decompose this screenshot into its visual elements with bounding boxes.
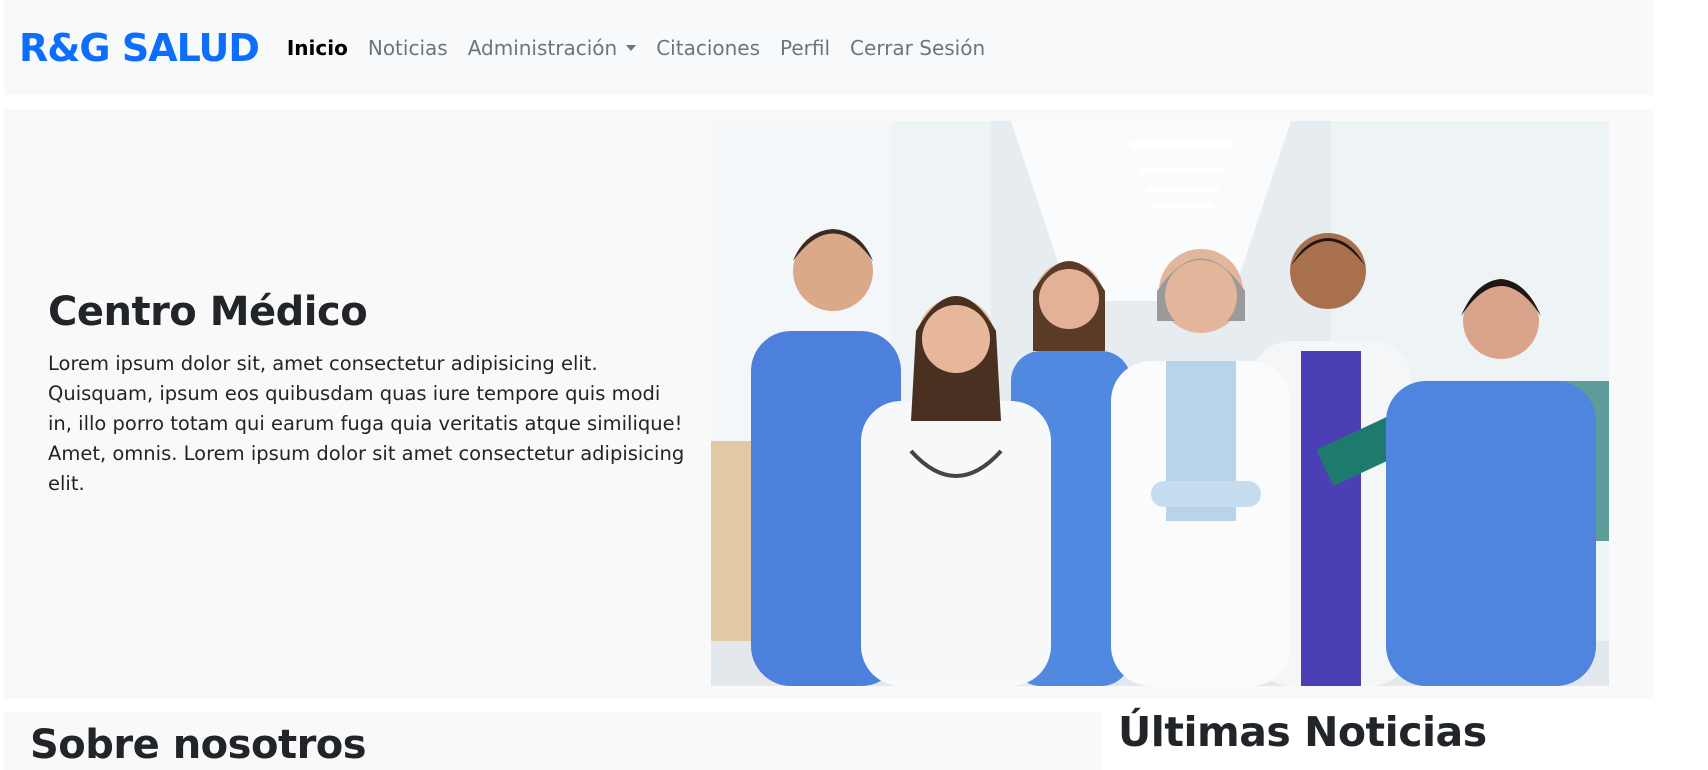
about-title: Sobre nosotros xyxy=(30,722,367,768)
top-navbar: R&G SALUD Inicio Noticias Administración… xyxy=(4,0,1654,95)
nav-links: Inicio Noticias Administración Citacione… xyxy=(287,36,1005,60)
nav-link-inicio[interactable]: Inicio xyxy=(287,36,348,60)
nav-dropdown-label: Administración xyxy=(467,35,618,60)
hero-description: Lorem ipsum dolor sit, amet consectetur … xyxy=(48,352,685,495)
nav-link-citaciones[interactable]: Citaciones xyxy=(656,36,760,60)
caret-down-icon xyxy=(626,44,637,51)
nav-link-cerrar-sesion[interactable]: Cerrar Sesión xyxy=(850,36,985,60)
medical-team-illustration xyxy=(711,121,1609,686)
hero-text: Centro Médico Lorem ipsum dolor sit, ame… xyxy=(48,289,688,499)
hero-title: Centro Médico xyxy=(48,289,368,335)
about-section: Sobre nosotros xyxy=(4,712,1102,770)
brand-logo[interactable]: R&G SALUD xyxy=(19,26,260,70)
latest-news-title: Últimas Noticias xyxy=(1118,708,1487,756)
hero-image xyxy=(711,121,1609,686)
nav-link-perfil[interactable]: Perfil xyxy=(780,36,830,60)
nav-link-noticias[interactable]: Noticias xyxy=(368,36,448,60)
hero-section: Centro Médico Lorem ipsum dolor sit, ame… xyxy=(4,109,1654,699)
nav-dropdown-administracion[interactable]: Administración xyxy=(468,36,637,60)
